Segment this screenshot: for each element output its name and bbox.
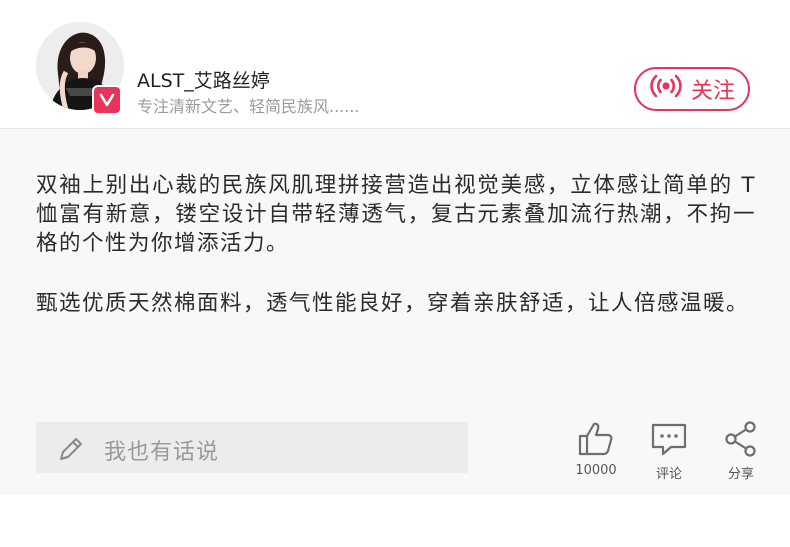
share-icon xyxy=(721,421,761,463)
share-button[interactable]: 分享 xyxy=(711,419,771,482)
broadcast-icon xyxy=(649,73,683,105)
user-signature: 专注清新文艺、轻简民族风...... xyxy=(137,97,360,116)
comment-icon xyxy=(649,423,689,463)
like-button[interactable]: 10000 xyxy=(566,419,626,478)
share-label: 分享 xyxy=(727,467,754,482)
comment-label: 评论 xyxy=(655,467,682,482)
profile-header: ALST_艾路丝婷 专注清新文艺、轻简民族风...... 关注 xyxy=(0,0,790,129)
username[interactable]: ALST_艾路丝婷 xyxy=(137,66,270,93)
comment-placeholder: 我也有话说 xyxy=(104,440,220,465)
thumbs-up-icon xyxy=(576,422,616,463)
comment-input[interactable]: 我也有话说 xyxy=(36,422,468,473)
like-count: 10000 xyxy=(575,463,617,478)
follow-button[interactable]: 关注 xyxy=(634,67,750,111)
description-paragraph-2: 甄选优质天然棉面料，透气性能良好，穿着亲肤舒适，让人倍感温暖。 xyxy=(36,291,750,316)
comment-button[interactable]: 评论 xyxy=(639,419,699,482)
description-paragraph-1: 双袖上别出心裁的民族风肌理拼接营造出视觉美感，立体感让简单的 T 恤富有新意，镂… xyxy=(36,173,756,256)
post-content: 双袖上别出心裁的民族风肌理拼接营造出视觉美感，立体感让简单的 T 恤富有新意，镂… xyxy=(0,129,790,495)
verified-v-icon xyxy=(92,85,122,115)
pencil-icon xyxy=(56,434,86,468)
follow-label: 关注 xyxy=(690,79,735,104)
